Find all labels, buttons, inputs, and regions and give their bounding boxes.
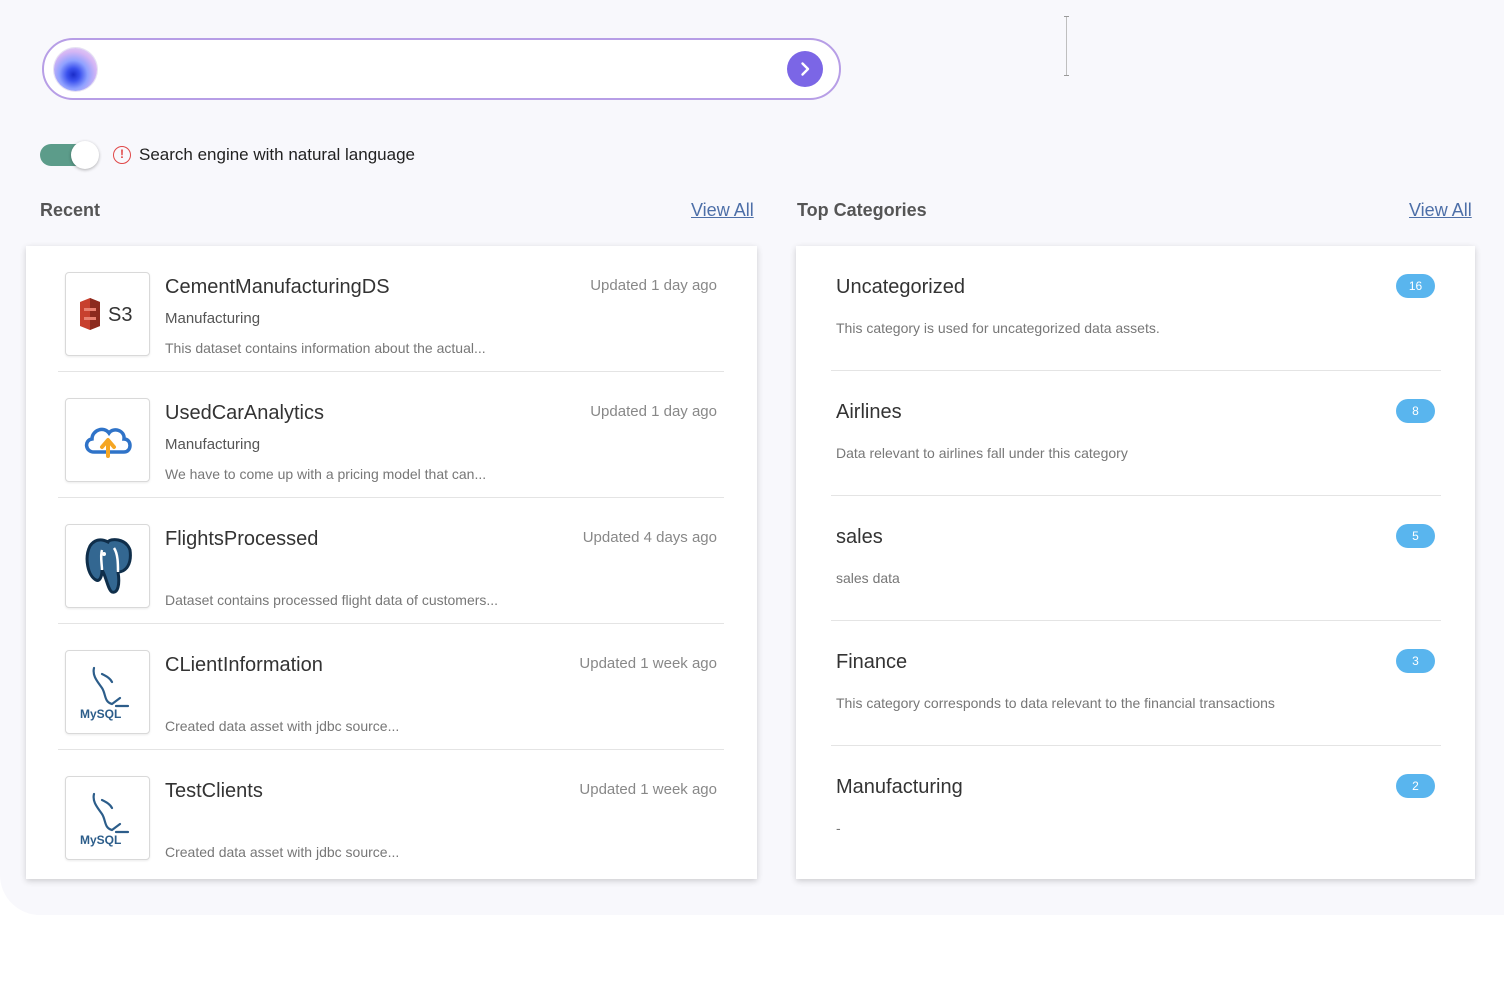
category-description: This category is used for uncategorized … bbox=[836, 320, 1160, 336]
item-name[interactable]: CementManufacturingDS bbox=[165, 276, 390, 299]
item-description: Created data asset with jdbc source... bbox=[165, 718, 400, 734]
item-category: Manufacturing bbox=[165, 436, 261, 453]
category-count-badge: 8 bbox=[1396, 399, 1435, 423]
aws-s3-icon: S3 bbox=[65, 272, 150, 356]
search-input[interactable] bbox=[110, 52, 760, 88]
recent-item[interactable]: S3 CementManufacturingDS Manufacturing T… bbox=[58, 246, 724, 372]
natural-language-toggle[interactable] bbox=[40, 141, 100, 169]
mysql-logo: MySQL bbox=[80, 792, 129, 847]
ai-orb-icon bbox=[54, 48, 97, 91]
top-categories-card: Uncategorized This category is used for … bbox=[796, 246, 1475, 879]
s3-label: S3 bbox=[108, 304, 132, 326]
text-cursor-icon bbox=[1064, 16, 1069, 76]
category-description: This category corresponds to data releva… bbox=[836, 695, 1275, 711]
recent-card: S3 CementManufacturingDS Manufacturing T… bbox=[26, 246, 757, 879]
chevron-right-icon bbox=[801, 62, 810, 76]
category-name[interactable]: Manufacturing bbox=[836, 776, 963, 799]
recent-section-title: Recent bbox=[40, 200, 101, 220]
category-count-badge: 3 bbox=[1396, 649, 1435, 673]
top-categories-section-title: Top Categories bbox=[797, 200, 927, 220]
item-updated: Updated 1 week ago bbox=[579, 655, 717, 672]
item-name[interactable]: TestClients bbox=[165, 780, 263, 803]
categories-view-all-link[interactable]: View All bbox=[1409, 200, 1472, 221]
mysql-label: MySQL bbox=[80, 707, 121, 721]
category-description: sales data bbox=[836, 570, 900, 586]
category-description: - bbox=[836, 820, 841, 836]
item-updated: Updated 4 days ago bbox=[582, 529, 717, 546]
category-item[interactable]: Finance This category corresponds to dat… bbox=[831, 621, 1441, 746]
category-count-badge: 2 bbox=[1396, 774, 1435, 798]
mysql-label: MySQL bbox=[80, 833, 121, 847]
aws-s3-logo: S3 bbox=[79, 298, 132, 330]
category-description: Data relevant to airlines fall under thi… bbox=[836, 445, 1128, 461]
recent-item[interactable]: MySQL TestClients Created data asset wit… bbox=[58, 750, 724, 876]
item-updated: Updated 1 day ago bbox=[590, 403, 717, 420]
postgresql-icon bbox=[65, 524, 150, 608]
item-name[interactable]: CLientInformation bbox=[165, 654, 323, 677]
category-count-badge: 16 bbox=[1396, 274, 1435, 298]
category-item[interactable]: Manufacturing - 2 bbox=[831, 746, 1441, 871]
postgresql-logo bbox=[85, 538, 132, 594]
item-description: We have to come up with a pricing model … bbox=[165, 466, 487, 482]
category-name[interactable]: Finance bbox=[836, 651, 907, 674]
cloud-upload-icon bbox=[65, 398, 150, 482]
category-count-badge: 5 bbox=[1396, 524, 1435, 548]
item-name[interactable]: FlightsProcessed bbox=[165, 528, 318, 551]
category-name[interactable]: sales bbox=[836, 526, 883, 549]
category-name[interactable]: Uncategorized bbox=[836, 276, 965, 299]
search-submit-button[interactable] bbox=[787, 51, 823, 87]
main-canvas: ! Search engine with natural language Re… bbox=[0, 0, 1504, 915]
toggle-label: Search engine with natural language bbox=[139, 145, 415, 164]
recent-item[interactable]: FlightsProcessed Dataset contains proces… bbox=[58, 498, 724, 624]
category-item[interactable]: Airlines Data relevant to airlines fall … bbox=[831, 371, 1441, 496]
category-item[interactable]: Uncategorized This category is used for … bbox=[831, 246, 1441, 371]
mysql-logo: MySQL bbox=[80, 666, 129, 721]
category-name[interactable]: Airlines bbox=[836, 401, 902, 424]
category-item[interactable]: sales sales data 5 bbox=[831, 496, 1441, 621]
item-description: This dataset contains information about … bbox=[165, 340, 486, 356]
toggle-knob bbox=[71, 141, 99, 169]
cloud-upload-logo bbox=[84, 427, 132, 458]
item-description: Created data asset with jdbc source... bbox=[165, 844, 400, 860]
mysql-icon: MySQL bbox=[65, 650, 150, 734]
item-updated: Updated 1 day ago bbox=[590, 277, 717, 294]
item-description: Dataset contains processed flight data o… bbox=[165, 592, 499, 608]
recent-view-all-link[interactable]: View All bbox=[691, 200, 754, 221]
item-category: Manufacturing bbox=[165, 310, 261, 327]
item-updated: Updated 1 week ago bbox=[579, 781, 717, 798]
item-name[interactable]: UsedCarAnalytics bbox=[165, 402, 324, 425]
search-bar bbox=[42, 38, 841, 100]
alert-circle-icon: ! bbox=[113, 146, 131, 164]
recent-item[interactable]: MySQL CLientInformation Created data ass… bbox=[58, 624, 724, 750]
mysql-icon: MySQL bbox=[65, 776, 150, 860]
recent-item[interactable]: UsedCarAnalytics Manufacturing We have t… bbox=[58, 372, 724, 498]
